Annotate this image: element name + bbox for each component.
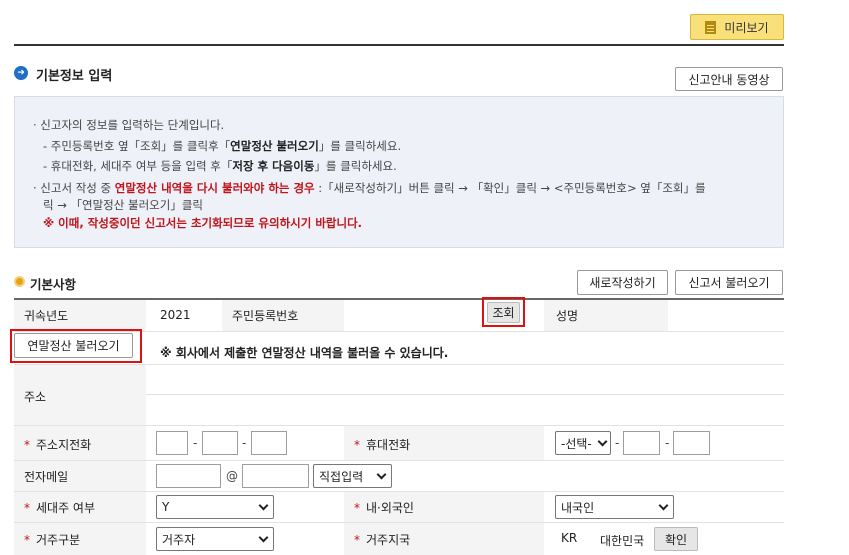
info-line-4: · 신고서 작성 중 연말정산 내역을 다시 불러와야 하는 경우 :「새로작성…: [33, 181, 706, 195]
mobile-prefix-select[interactable]: -선택-: [555, 431, 611, 455]
dash: -: [242, 436, 247, 450]
chevron-down-icon: [658, 500, 669, 510]
dash: -: [615, 436, 620, 450]
country-name: 대한민국: [600, 534, 645, 548]
mobile-select-value: -선택-: [561, 436, 592, 451]
householder-select[interactable]: Y: [156, 495, 274, 519]
info-line-1: · 신고자의 정보를 입력하는 단계입니다.: [33, 118, 225, 132]
preview-label: 미리보기: [724, 20, 769, 35]
name-label: 성명: [556, 309, 579, 323]
year-value: 2021: [160, 308, 191, 322]
chevron-down-icon: [376, 469, 387, 479]
load-report-button[interactable]: 신고서 불러오기: [675, 270, 783, 295]
home-phone-1-input[interactable]: [156, 431, 188, 455]
address-label: 주소: [24, 390, 47, 404]
lookup-button[interactable]: 조회: [487, 302, 520, 323]
residence-label: * 거주구분: [24, 533, 81, 547]
nationality-select[interactable]: 내국인: [555, 495, 674, 519]
chevron-down-icon: [258, 532, 269, 542]
load-settlement-button[interactable]: 연말정산 불러오기: [14, 333, 133, 358]
mobile-3-input[interactable]: [673, 431, 710, 455]
residence-select-value: 거주자: [162, 532, 196, 547]
home-phone-3-input[interactable]: [251, 431, 287, 455]
preview-button[interactable]: 미리보기: [690, 14, 784, 40]
info-line-3: - 휴대전화, 세대주 여부 등을 입력 후「저장 후 다음이동」를 클릭하세요…: [43, 159, 397, 173]
householder-select-value: Y: [162, 500, 170, 514]
home-phone-2-input[interactable]: [202, 431, 238, 455]
nationality-label: * 내·외국인: [354, 501, 414, 515]
rrn-label: 주민등록번호: [232, 309, 299, 323]
email-at: @: [226, 469, 238, 483]
email-id-input[interactable]: [156, 464, 221, 488]
householder-label: * 세대주 여부: [24, 501, 96, 515]
confirm-button[interactable]: 확인: [654, 527, 698, 551]
top-divider: [14, 44, 784, 46]
info-box: · 신고자의 정보를 입력하는 단계입니다. - 주민등록번호 옆「조회」를 클…: [14, 96, 784, 248]
new-write-button[interactable]: 새로작성하기: [577, 270, 668, 295]
mobile-2-input[interactable]: [623, 431, 660, 455]
info-line-2: - 주민등록번호 옆「조회」를 클릭후「연말정산 불러오기」를 클릭하세요.: [43, 139, 402, 153]
country-code: KR: [561, 531, 578, 545]
section-title-basic-info: 기본정보 입력: [36, 69, 113, 84]
info-warning: ※ 이때, 작성중이던 신고서는 초기화되므로 유의하시기 바랍니다.: [43, 216, 363, 230]
year-label: 귀속년도: [24, 309, 69, 323]
email-domain-select[interactable]: 직접입력: [313, 464, 392, 488]
residence-select[interactable]: 거주자: [156, 527, 274, 551]
info-line-5: 릭 → 「연말정산 불러오기」클릭: [43, 198, 203, 212]
settlement-notice: ※ 회사에서 제출한 연말정산 내역을 불러올 수 있습니다.: [160, 346, 449, 360]
residence-area-label: * 거주지국: [354, 533, 411, 547]
email-domain-select-value: 직접입력: [319, 469, 364, 484]
arrow-circle-icon: ➜: [14, 66, 28, 80]
section-title-basic: 기본사항: [30, 277, 77, 292]
email-label: 전자메일: [24, 470, 69, 484]
row-divider: [146, 394, 784, 395]
chevron-down-icon: [258, 500, 269, 510]
guide-video-button[interactable]: 신고안내 동영상: [675, 67, 783, 91]
nationality-select-value: 내국인: [561, 500, 595, 515]
chevron-down-icon: [597, 436, 608, 446]
home-phone-label: * 주소지전화: [24, 438, 92, 452]
document-icon: [705, 20, 717, 34]
dash: -: [665, 436, 670, 450]
dash: -: [193, 436, 198, 450]
mobile-label: * 휴대전화: [354, 438, 411, 452]
bullet-circle-icon: [14, 276, 25, 287]
email-domain-input[interactable]: [242, 464, 309, 488]
